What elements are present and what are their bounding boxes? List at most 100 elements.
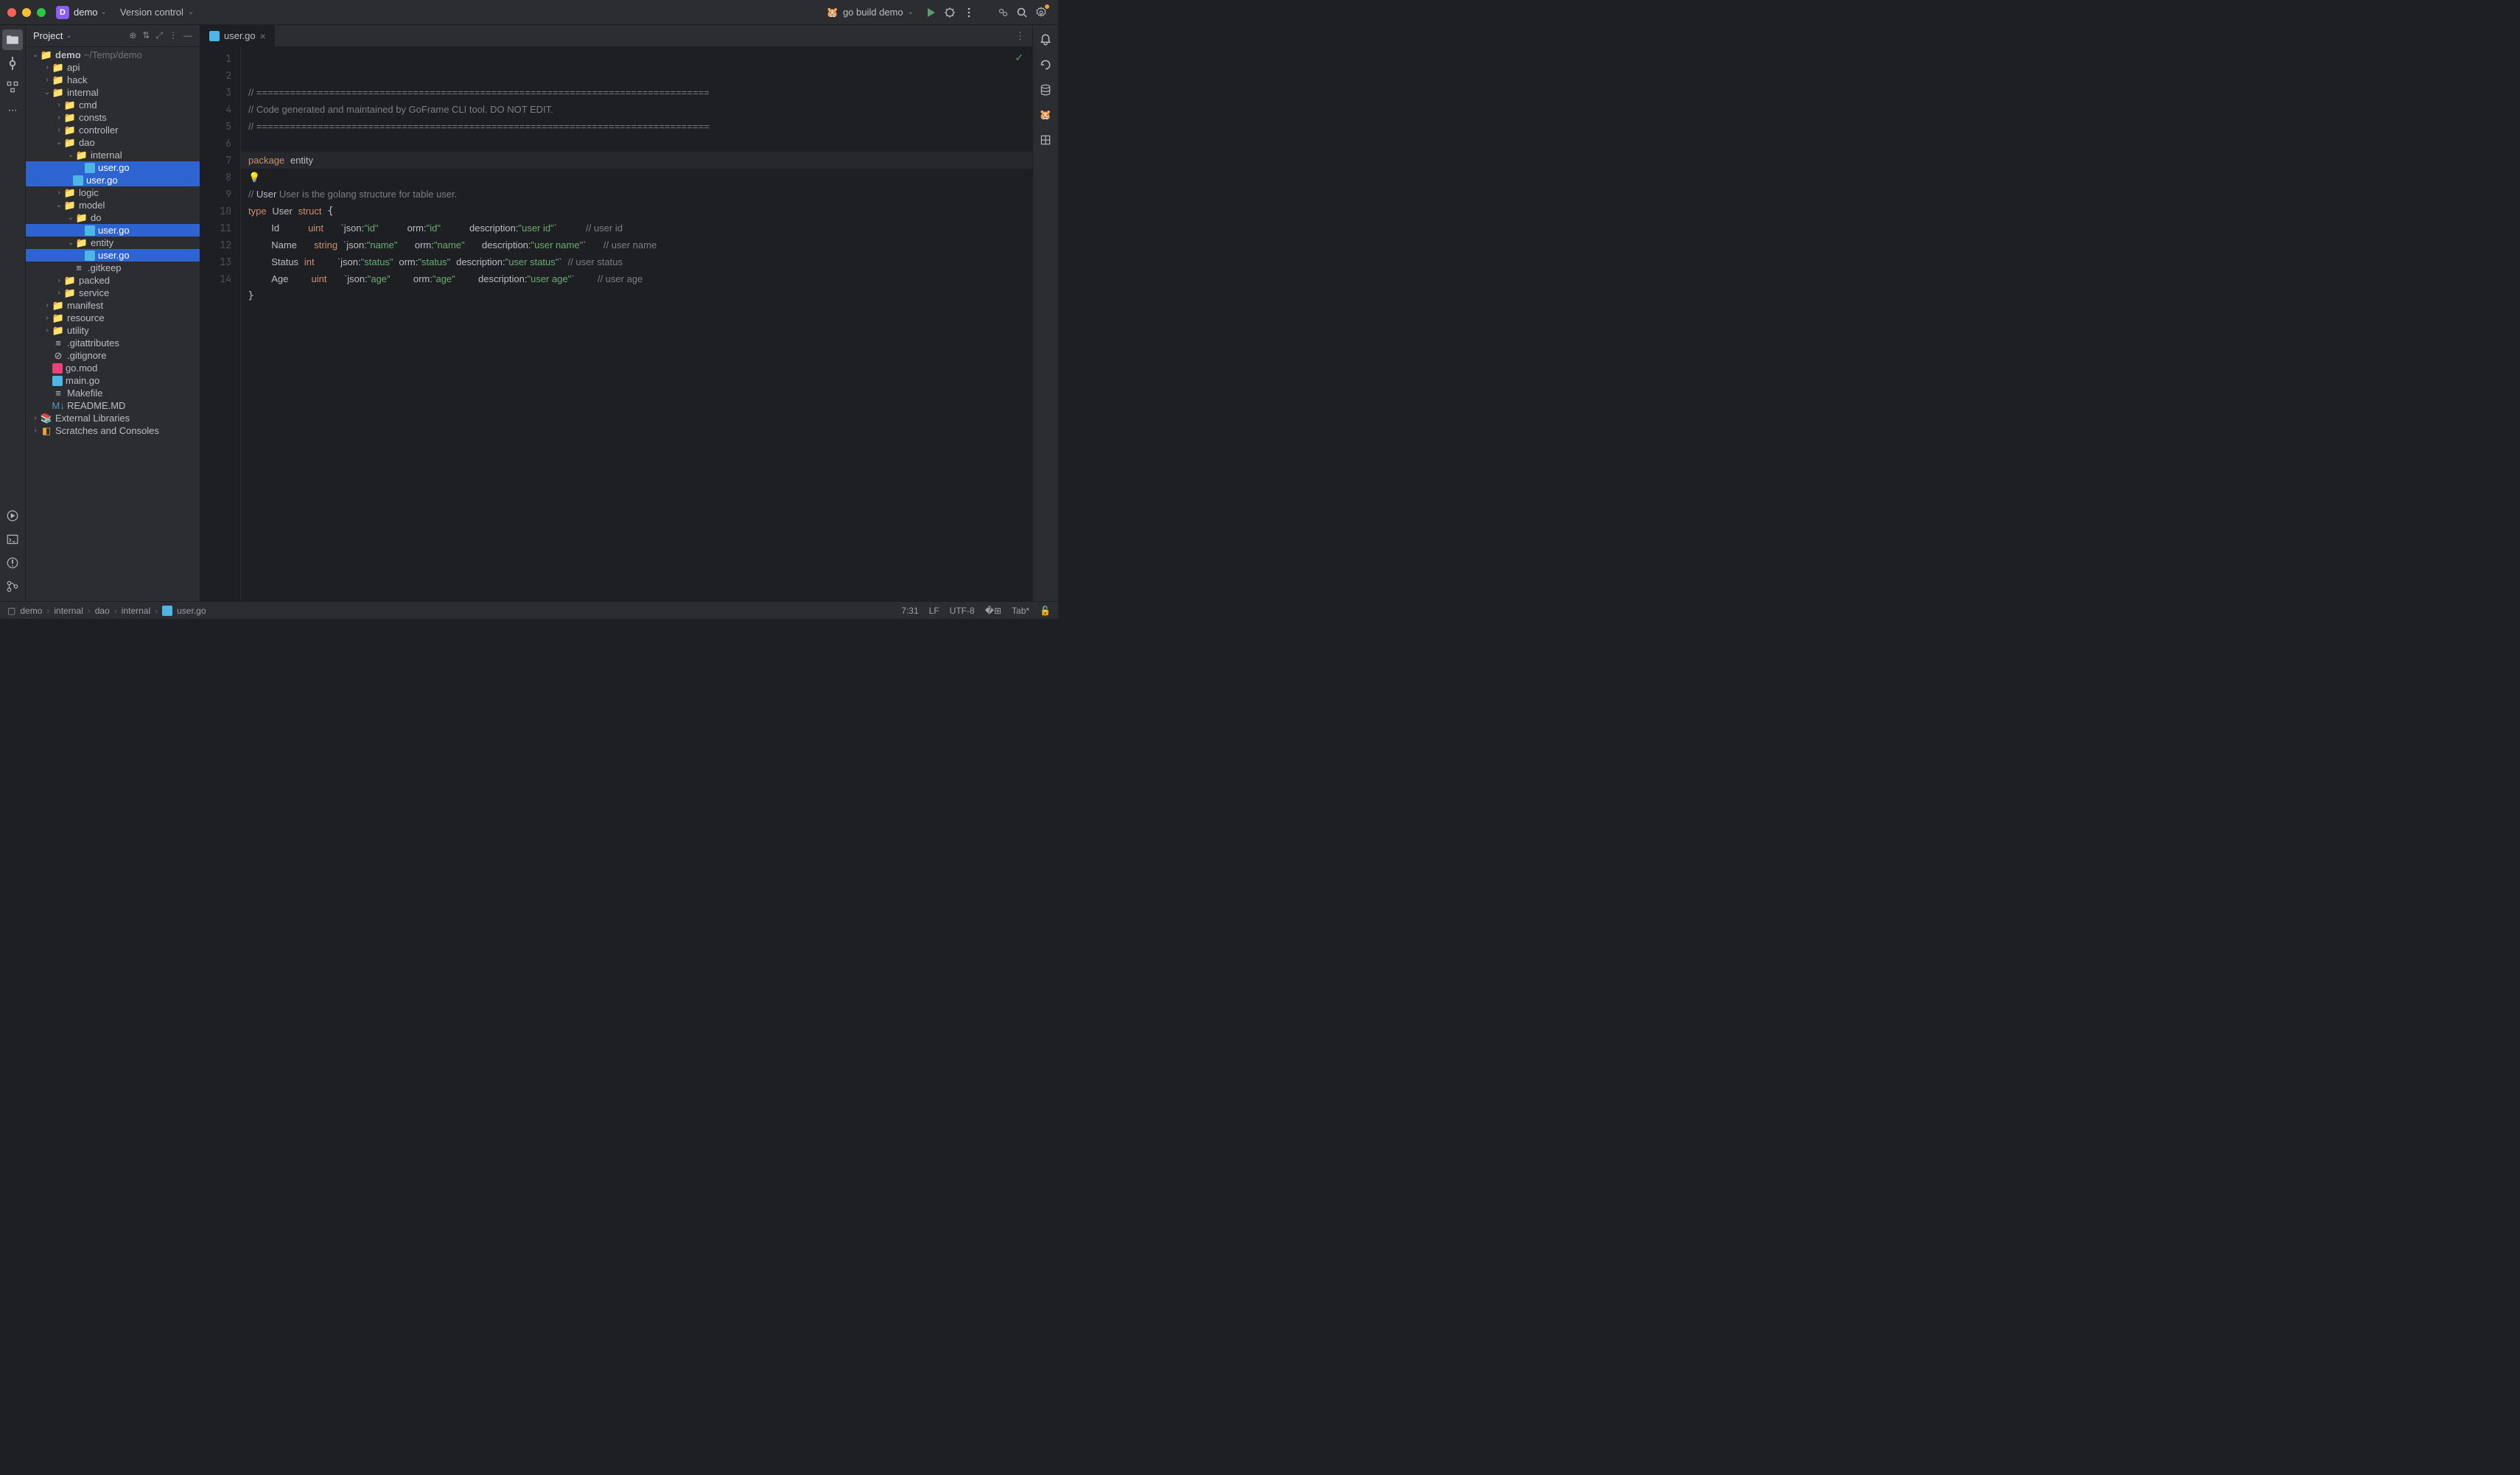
more-actions[interactable] xyxy=(961,4,977,21)
project-name[interactable]: demo xyxy=(74,7,98,18)
tree-folder-cmd[interactable]: ›📁cmd xyxy=(26,99,200,111)
tree-file-gomod[interactable]: go.mod xyxy=(26,362,200,374)
project-tool-icon[interactable] xyxy=(2,29,23,50)
breadcrumbs[interactable]: ▢ demo› internal› dao› internal› user.go xyxy=(7,606,206,616)
go-file-icon xyxy=(52,376,63,386)
run-button[interactable] xyxy=(923,4,939,21)
right-toolbar: 🐹 xyxy=(1032,25,1058,601)
coverage-icon[interactable] xyxy=(1035,130,1056,150)
tree-folder-logic[interactable]: ›📁logic xyxy=(26,186,200,199)
tree-folder-utility[interactable]: ›📁utility xyxy=(26,324,200,337)
tree-folder-api[interactable]: ›📁api xyxy=(26,61,200,74)
debug-button[interactable] xyxy=(942,4,958,21)
cursor-position[interactable]: 7:31 xyxy=(901,606,918,616)
chevron-down-icon[interactable]: ⌄ xyxy=(66,32,71,40)
ai-icon[interactable] xyxy=(1035,55,1056,75)
tree-folder-internal[interactable]: ⌄📁internal xyxy=(26,86,200,99)
tree-file-gitattributes[interactable]: ≡.gitattributes xyxy=(26,337,200,349)
encoding[interactable]: UTF-8 xyxy=(950,606,975,616)
line-ending[interactable]: LF xyxy=(929,606,939,616)
tree-folder-model[interactable]: ⌄📁model xyxy=(26,199,200,211)
terminal-tool-icon[interactable] xyxy=(2,529,23,550)
tree-folder-hack[interactable]: ›📁hack xyxy=(26,74,200,86)
code-with-me-icon[interactable] xyxy=(995,4,1011,21)
project-tree: ⌄📁demo~/Temp/demo ›📁api ›📁hack ⌄📁interna… xyxy=(26,47,200,601)
tree-folder-manifest[interactable]: ›📁manifest xyxy=(26,299,200,312)
readonly-lock-icon[interactable]: 🔓 xyxy=(1040,606,1051,616)
crumb[interactable]: dao xyxy=(95,606,110,616)
tree-folder-consts[interactable]: ›📁consts xyxy=(26,111,200,124)
go-file-icon xyxy=(73,175,83,186)
code-line: // =====================================… xyxy=(248,121,710,132)
tree-folder-entity[interactable]: ⌄📁entity xyxy=(26,237,200,249)
tree-file-readme[interactable]: M↓README.MD xyxy=(26,399,200,412)
vcs-menu[interactable]: Version control ⌄ xyxy=(120,7,194,18)
tree-file-main-go[interactable]: main.go xyxy=(26,374,200,387)
tree-root[interactable]: ⌄📁demo~/Temp/demo xyxy=(26,49,200,61)
go-mod-icon xyxy=(52,363,63,374)
close-tab-icon[interactable]: × xyxy=(260,30,266,42)
code-line: // =====================================… xyxy=(248,87,710,98)
hide-icon[interactable]: — xyxy=(183,30,192,41)
indent-icon[interactable]: �⊞ xyxy=(985,606,1001,616)
tree-folder-do[interactable]: ⌄📁do xyxy=(26,211,200,224)
indent-mode[interactable]: Tab* xyxy=(1012,606,1029,616)
tree-folder-dao[interactable]: ⌄📁dao xyxy=(26,136,200,149)
gopher-right-icon[interactable]: 🐹 xyxy=(1035,105,1056,125)
crumb-icon: ▢ xyxy=(7,606,15,616)
code-editor[interactable]: // =====================================… xyxy=(241,47,1032,601)
chevron-down-icon[interactable]: ⌄ xyxy=(101,8,107,16)
expand-all-icon[interactable]: ⇅ xyxy=(142,30,150,41)
maximize-window[interactable] xyxy=(37,8,46,17)
run-config[interactable]: 🐹 go build demo ⌄ xyxy=(827,7,914,18)
minimize-window[interactable] xyxy=(22,8,31,17)
vcs-label: Version control xyxy=(120,7,183,18)
tree-external-libs[interactable]: ›📚External Libraries xyxy=(26,412,200,424)
intention-bulb-icon[interactable]: 💡 xyxy=(248,172,260,183)
tree-file-gitkeep[interactable]: ≡.gitkeep xyxy=(26,262,200,274)
sidebar-more-icon[interactable]: ⋮ xyxy=(169,30,178,41)
select-opened-icon[interactable]: ⊕ xyxy=(129,30,136,41)
tree-file-user-go-1[interactable]: user.go xyxy=(26,161,200,174)
go-file-icon xyxy=(209,31,220,41)
tree-folder-dao-internal[interactable]: ⌄📁internal xyxy=(26,149,200,161)
collapse-all-icon[interactable]: ⤢ xyxy=(155,30,163,41)
tree-file-user-go-2[interactable]: user.go xyxy=(26,174,200,186)
database-icon[interactable] xyxy=(1035,80,1056,100)
problems-tool-icon[interactable] xyxy=(2,553,23,573)
project-badge: D xyxy=(56,6,69,19)
inspection-ok-icon[interactable]: ✓ xyxy=(1015,52,1023,64)
tree-file-user-go-3[interactable]: user.go xyxy=(26,224,200,237)
tree-scratches[interactable]: ›◧Scratches and Consoles xyxy=(26,424,200,437)
tree-folder-controller[interactable]: ›📁controller xyxy=(26,124,200,136)
tree-folder-packed[interactable]: ›📁packed xyxy=(26,274,200,287)
structure-tool-icon[interactable] xyxy=(2,77,23,97)
tree-folder-resource[interactable]: ›📁resource xyxy=(26,312,200,324)
settings-icon[interactable] xyxy=(1033,4,1049,21)
notifications-icon[interactable] xyxy=(1035,29,1056,50)
left-toolbar: ⋯ xyxy=(0,25,26,601)
crumb[interactable]: demo xyxy=(20,606,42,616)
tab-label: user.go xyxy=(224,30,256,41)
sidebar-title[interactable]: Project xyxy=(33,30,63,41)
crumb[interactable]: internal xyxy=(122,606,150,616)
gopher-icon: 🐹 xyxy=(827,7,839,18)
tree-file-user-go-4[interactable]: user.go xyxy=(26,249,200,262)
go-file-icon xyxy=(85,250,95,261)
tab-user-go[interactable]: user.go × xyxy=(200,25,276,46)
tree-folder-service[interactable]: ›📁service xyxy=(26,287,200,299)
commit-tool-icon[interactable] xyxy=(2,53,23,74)
search-icon[interactable] xyxy=(1014,4,1030,21)
more-tool-icon[interactable]: ⋯ xyxy=(2,100,23,121)
tree-file-makefile[interactable]: ≡Makefile xyxy=(26,387,200,399)
go-file-icon xyxy=(85,225,95,236)
close-window[interactable] xyxy=(7,8,16,17)
tabs-more-icon[interactable]: ⋮ xyxy=(1008,25,1032,46)
run-tool-icon[interactable] xyxy=(2,505,23,526)
crumb[interactable]: user.go xyxy=(177,606,206,616)
tree-file-gitignore[interactable]: ⊘.gitignore xyxy=(26,349,200,362)
crumb[interactable]: internal xyxy=(54,606,83,616)
tree-root-path: ~/Temp/demo xyxy=(84,49,142,60)
code-line: // Code generated and maintained by GoFr… xyxy=(248,104,553,115)
git-tool-icon[interactable] xyxy=(2,576,23,597)
